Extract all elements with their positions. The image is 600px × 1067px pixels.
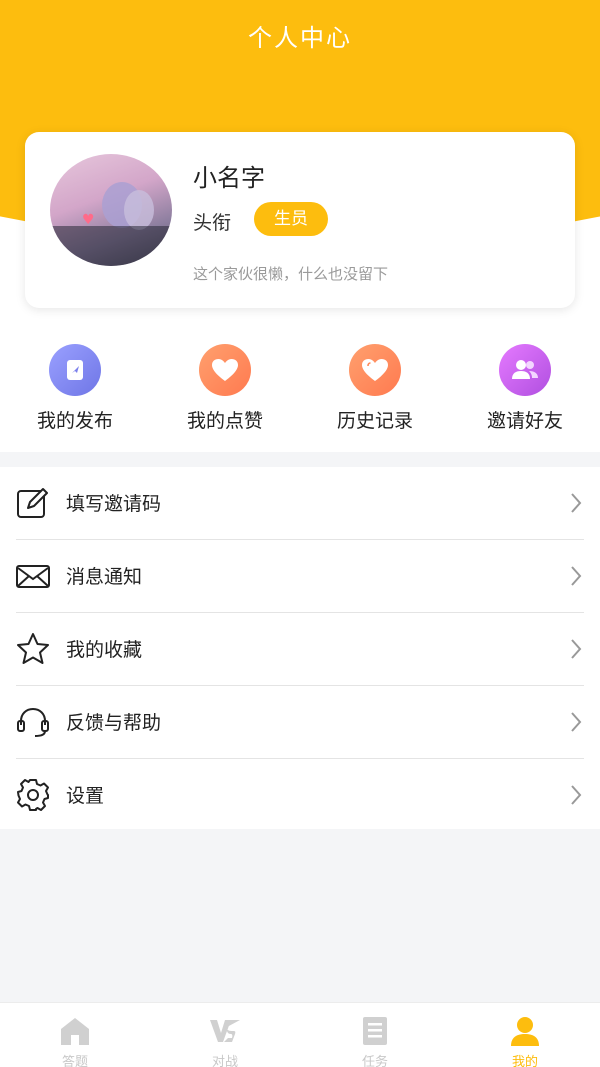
- username: 小名字: [193, 164, 265, 192]
- menu-label: 反馈与帮助: [66, 712, 162, 734]
- headset-icon: [17, 707, 49, 737]
- menu-label: 设置: [66, 785, 105, 807]
- bio-text: 这个家伙很懒，什么也没留下: [193, 265, 389, 283]
- tab-answer[interactable]: 答题: [0, 1003, 150, 1067]
- page-title: 个人中心: [248, 24, 352, 52]
- avatar[interactable]: ♥: [50, 154, 172, 266]
- menu-label: 填写邀请码: [66, 493, 162, 515]
- menu-item-settings[interactable]: 设置: [0, 759, 600, 831]
- chevron-right-icon: [571, 712, 582, 732]
- chevron-right-icon: [571, 639, 582, 659]
- menu-item-favorites[interactable]: 我的收藏: [0, 613, 600, 685]
- gear-icon: [17, 779, 49, 811]
- vs-icon: [210, 1020, 240, 1042]
- history-heart-icon: [349, 344, 401, 396]
- quick-item-history[interactable]: 历史记录: [300, 340, 450, 433]
- menu-label: 消息通知: [66, 566, 143, 588]
- quick-label: 邀请好友: [486, 410, 563, 432]
- user-icon: [511, 1017, 539, 1046]
- star-icon: [17, 633, 49, 664]
- menu-item-invite-code[interactable]: 填写邀请码: [0, 467, 600, 539]
- menu-item-notifications[interactable]: 消息通知: [0, 540, 600, 612]
- publish-icon: [49, 344, 101, 396]
- quick-item-invite[interactable]: 邀请好友: [450, 340, 600, 433]
- title-label: 头衔: [193, 212, 232, 234]
- mail-icon: [16, 565, 50, 588]
- tab-battle[interactable]: 对战: [150, 1003, 300, 1067]
- heart-icon: [199, 344, 251, 396]
- chevron-right-icon: [571, 785, 582, 805]
- chevron-right-icon: [571, 566, 582, 586]
- rank-badge: 生员: [254, 202, 328, 236]
- task-icon: [363, 1017, 387, 1045]
- tab-label: 答题: [61, 1055, 88, 1067]
- tab-label: 我的: [511, 1055, 538, 1067]
- quick-actions: 我的发布 我的点赞 历史记录 邀请好友: [0, 340, 600, 440]
- chevron-right-icon: [571, 493, 582, 513]
- bottom-tabbar: 答题 对战 任务 我的: [0, 1002, 600, 1067]
- tab-label: 任务: [361, 1055, 388, 1067]
- settings-menu: 填写邀请码 消息通知 我的收藏 反馈与帮助 设置: [0, 467, 600, 829]
- friends-icon: [499, 344, 551, 396]
- menu-item-feedback[interactable]: 反馈与帮助: [0, 686, 600, 758]
- quick-label: 我的点赞: [186, 410, 263, 432]
- profile-card[interactable]: ♥ 小名字 头衔 生员 这个家伙很懒，什么也没留下: [25, 132, 575, 308]
- quick-label: 历史记录: [336, 410, 413, 432]
- quick-item-publish[interactable]: 我的发布: [0, 340, 150, 433]
- menu-label: 我的收藏: [66, 639, 143, 661]
- quick-item-likes[interactable]: 我的点赞: [150, 340, 300, 433]
- quick-label: 我的发布: [36, 410, 113, 432]
- tab-mine[interactable]: 我的: [450, 1003, 600, 1067]
- tab-label: 对战: [211, 1055, 238, 1067]
- home-icon: [61, 1018, 89, 1045]
- tab-task[interactable]: 任务: [300, 1003, 450, 1067]
- edit-icon: [17, 488, 48, 518]
